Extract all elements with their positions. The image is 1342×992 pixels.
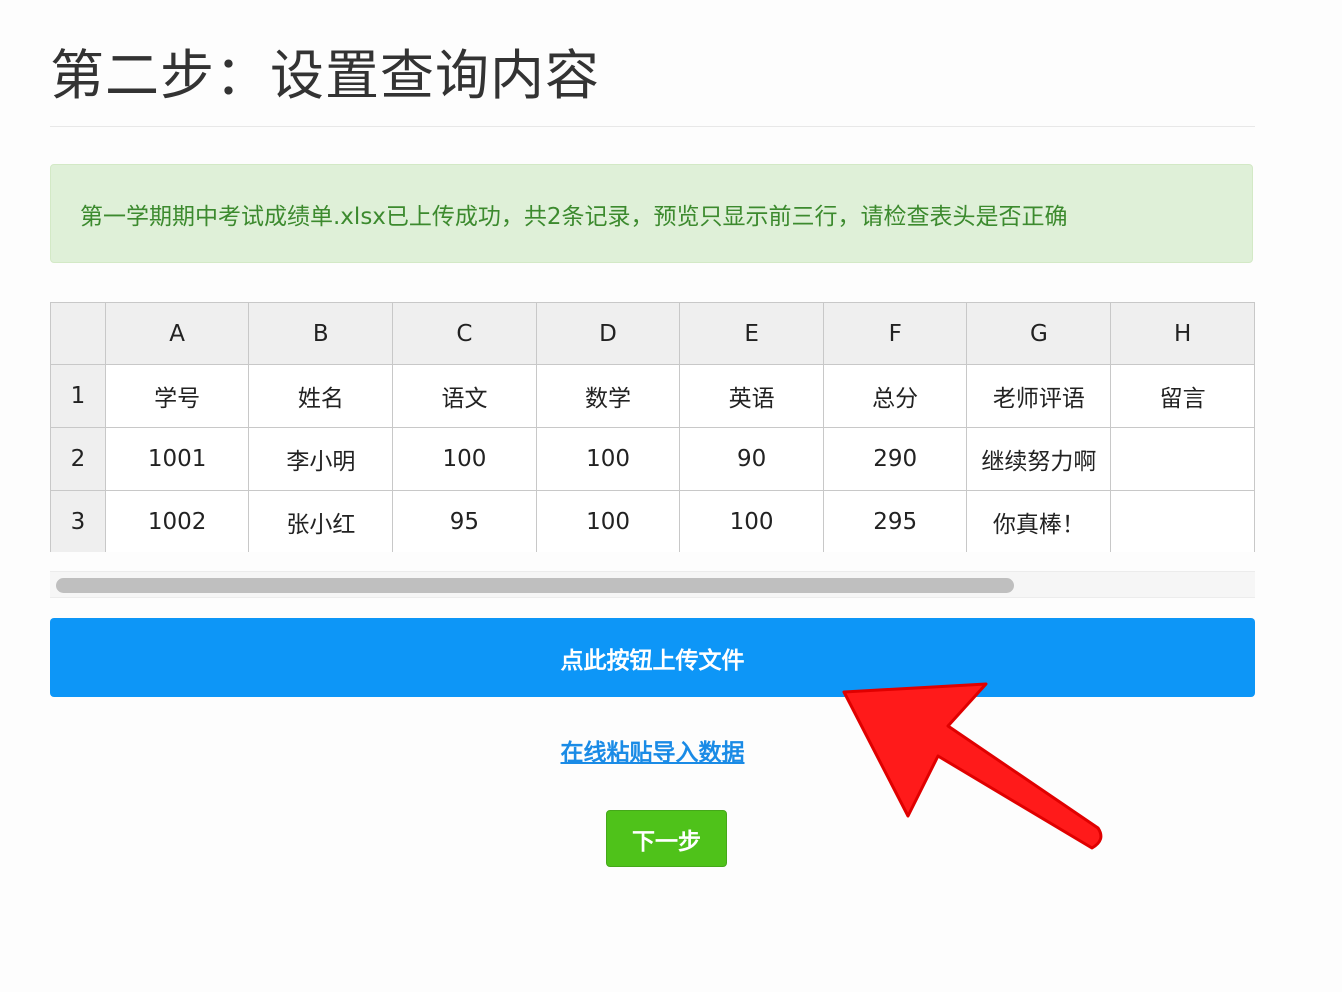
row-number[interactable]: 2: [50, 427, 106, 491]
spreadsheet-preview: A B C D E F G H 1 学号 姓名 语文 数学 英语 总分 老师评语…: [50, 302, 1255, 552]
table-cell[interactable]: 100: [535, 427, 681, 491]
table-cell[interactable]: 95: [392, 490, 537, 552]
red-arrow-annotation: [842, 682, 1103, 850]
table-row: 2 1001 李小明 100 100 90 290 继续努力啊: [50, 427, 1255, 491]
table-cell[interactable]: 290: [822, 427, 968, 491]
preview-table: A B C D E F G H 1 学号 姓名 语文 数学 英语 总分 老师评语…: [50, 302, 1255, 552]
column-header[interactable]: G: [966, 302, 1112, 365]
upload-success-alert: 第一学期期中考试成绩单.xlsx已上传成功，共2条记录，预览只显示前三行，请检查…: [50, 164, 1253, 263]
table-cell[interactable]: 留言: [1110, 364, 1255, 428]
column-header[interactable]: F: [822, 302, 968, 365]
table-cell[interactable]: 老师评语: [966, 364, 1112, 428]
row-number[interactable]: 1: [50, 364, 106, 428]
column-header[interactable]: C: [392, 302, 537, 365]
table-cell[interactable]: 1001: [104, 427, 250, 491]
horizontal-scrollbar[interactable]: [50, 571, 1255, 598]
table-cell[interactable]: 100: [392, 427, 537, 491]
table-cell[interactable]: 张小红: [248, 490, 394, 552]
row-number[interactable]: 3: [50, 490, 106, 552]
column-header[interactable]: H: [1110, 302, 1255, 365]
alert-message: 第一学期期中考试成绩单.xlsx已上传成功，共2条记录，预览只显示前三行，请检查…: [80, 203, 1068, 230]
scrollbar-thumb[interactable]: [56, 578, 1014, 593]
table-cell[interactable]: 数学: [535, 364, 681, 428]
table-cell[interactable]: 1002: [104, 490, 250, 552]
table-cell[interactable]: 100: [679, 490, 824, 552]
table-cell[interactable]: 100: [535, 490, 681, 552]
table-cell[interactable]: 你真棒！: [966, 490, 1112, 552]
column-header[interactable]: A: [104, 302, 250, 365]
table-cell[interactable]: 李小明: [248, 427, 394, 491]
table-cell[interactable]: 295: [822, 490, 968, 552]
column-header[interactable]: B: [248, 302, 394, 365]
table-cell[interactable]: [1110, 490, 1255, 552]
table-cell[interactable]: [1110, 427, 1255, 491]
table-row: 1 学号 姓名 语文 数学 英语 总分 老师评语 留言: [50, 364, 1255, 428]
column-header-row: A B C D E F G H: [50, 302, 1255, 365]
page-title: 第二步：设置查询内容: [50, 44, 600, 107]
title-divider: [50, 126, 1255, 127]
next-step-button[interactable]: 下一步: [606, 810, 727, 867]
table-cell[interactable]: 语文: [392, 364, 537, 428]
table-cell[interactable]: 90: [679, 427, 824, 491]
table-cell[interactable]: 姓名: [248, 364, 394, 428]
column-header[interactable]: E: [679, 302, 824, 365]
column-header[interactable]: D: [535, 302, 681, 365]
corner-cell: [50, 302, 106, 365]
table-cell[interactable]: 学号: [104, 364, 250, 428]
table-cell[interactable]: 总分: [822, 364, 968, 428]
table-row: 3 1002 张小红 95 100 100 295 你真棒！: [50, 490, 1255, 552]
table-cell[interactable]: 继续努力啊: [966, 427, 1112, 491]
table-cell[interactable]: 英语: [679, 364, 824, 428]
arrow-icon: [842, 682, 1103, 850]
